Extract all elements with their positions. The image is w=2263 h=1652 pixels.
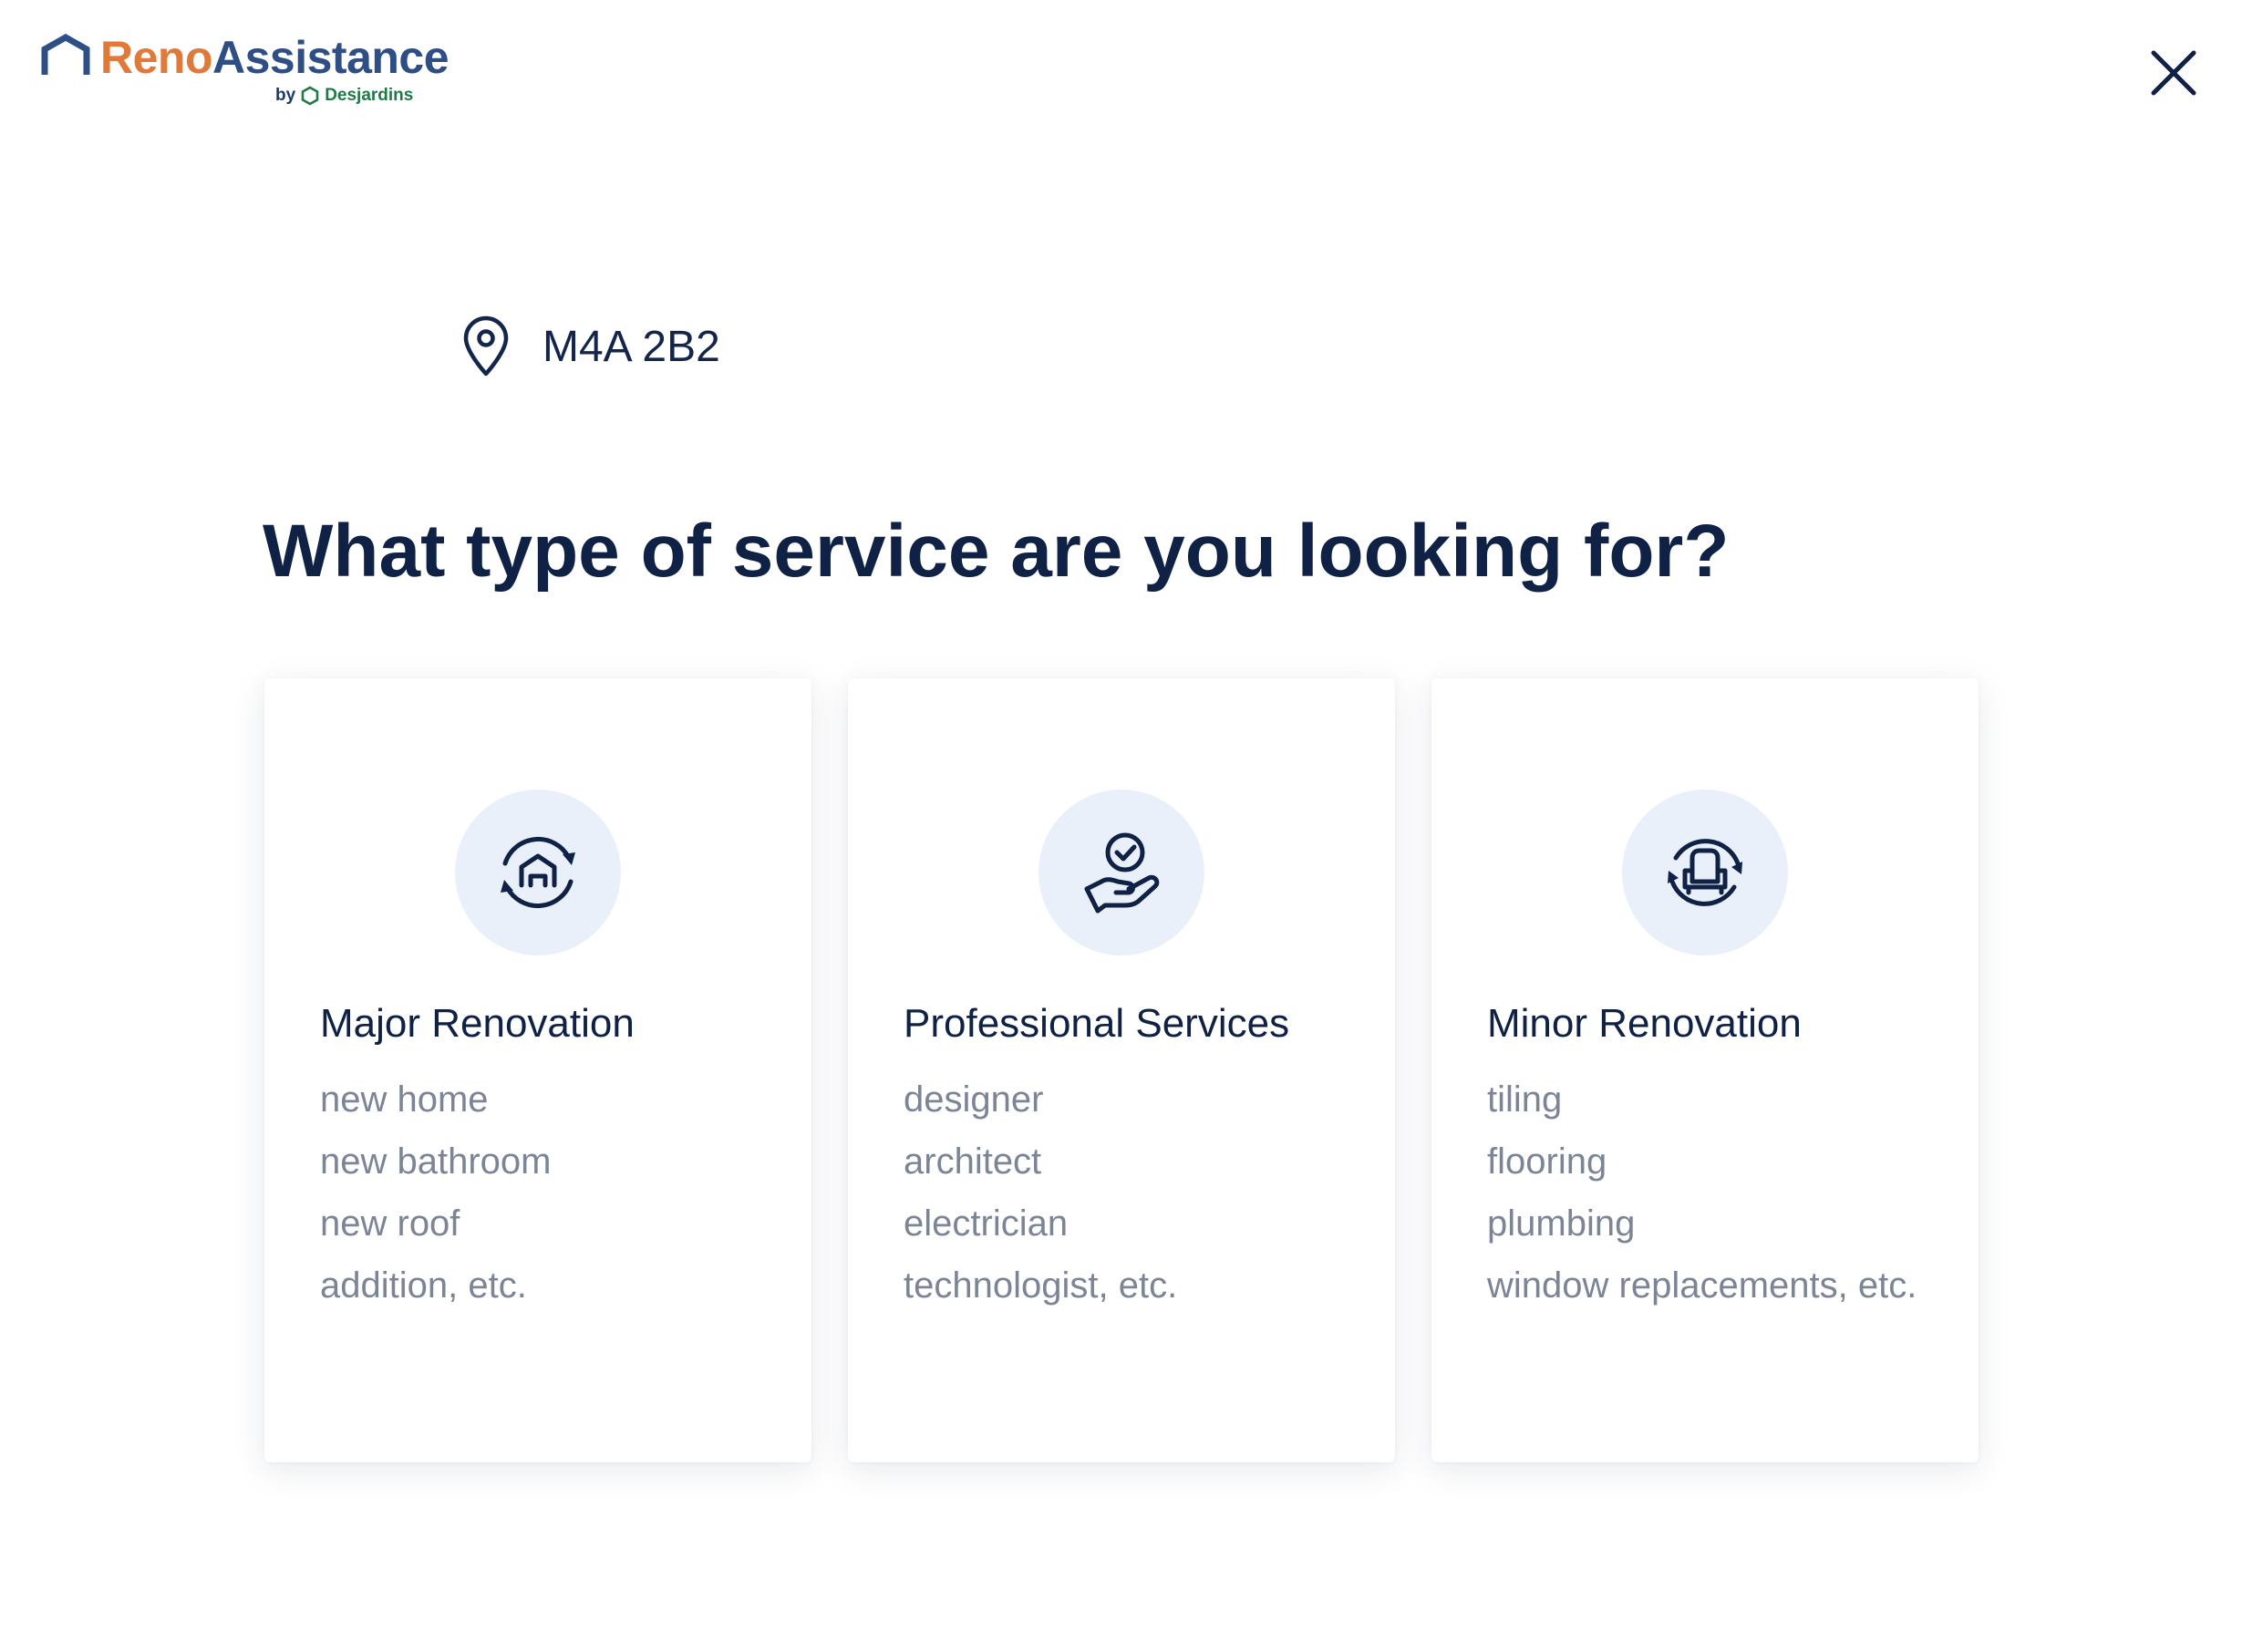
list-item: new bathroom bbox=[320, 1141, 552, 1182]
byline-desjardins: Desjardins bbox=[325, 86, 414, 105]
card-title: Professional Services bbox=[904, 1001, 1290, 1046]
list-item: tiling bbox=[1487, 1079, 1563, 1120]
list-item: flooring bbox=[1487, 1141, 1607, 1182]
map-pin-icon bbox=[463, 315, 509, 377]
brand-byline: by Desjardins bbox=[275, 86, 413, 106]
close-icon[interactable] bbox=[2148, 47, 2199, 98]
card-examples-list: tiling flooring plumbing window replacem… bbox=[1487, 1078, 1925, 1326]
list-item: designer bbox=[904, 1079, 1044, 1120]
list-item: window replacements, etc. bbox=[1487, 1265, 1917, 1306]
hand-check-icon bbox=[1084, 832, 1160, 914]
list-item: addition, etc. bbox=[320, 1265, 527, 1306]
list-item: electrician bbox=[904, 1203, 1069, 1244]
armchair-refresh-icon bbox=[1668, 839, 1742, 906]
brand-reno: Reno bbox=[100, 32, 213, 83]
house-renovation-icon bbox=[501, 836, 575, 909]
page-title: What type of service are you looking for… bbox=[263, 510, 1730, 593]
location-display: M4A 2B2 bbox=[460, 315, 720, 377]
list-item: technologist, etc. bbox=[904, 1265, 1178, 1306]
card-title: Major Renovation bbox=[320, 1001, 635, 1046]
list-item: plumbing bbox=[1487, 1203, 1636, 1244]
house-logo-icon bbox=[41, 33, 90, 75]
list-item: new home bbox=[320, 1079, 489, 1120]
service-card-major-renovation[interactable]: Major Renovation new home new bathroom n… bbox=[264, 678, 811, 1462]
desjardins-hexagon-icon bbox=[301, 86, 319, 106]
icon-circle bbox=[1038, 790, 1204, 955]
card-examples-list: designer architect electrician technolog… bbox=[904, 1078, 1341, 1326]
service-options: Major Renovation new home new bathroom n… bbox=[264, 678, 1979, 1462]
service-card-professional-services[interactable]: Professional Services designer architect… bbox=[848, 678, 1395, 1462]
card-examples-list: new home new bathroom new roof addition,… bbox=[320, 1078, 758, 1326]
reno-assistance-logo[interactable]: RenoAssistance by Desjardins bbox=[40, 32, 450, 111]
byline-by: by bbox=[275, 86, 296, 105]
postal-code: M4A 2B2 bbox=[542, 322, 720, 371]
brand-assistance: Assistance bbox=[212, 32, 450, 83]
icon-circle bbox=[1622, 790, 1788, 955]
brand-name: RenoAssistance bbox=[100, 31, 450, 84]
list-item: new roof bbox=[320, 1203, 460, 1244]
service-card-minor-renovation[interactable]: Minor Renovation tiling flooring plumbin… bbox=[1431, 678, 1979, 1462]
icon-circle bbox=[455, 790, 621, 955]
list-item: architect bbox=[904, 1141, 1042, 1182]
card-title: Minor Renovation bbox=[1487, 1001, 1802, 1046]
